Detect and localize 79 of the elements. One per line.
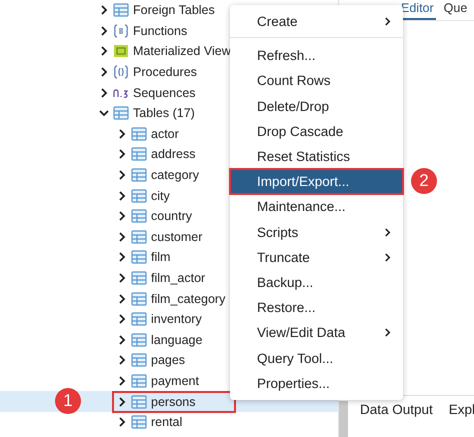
menu-item[interactable]: Restore... xyxy=(230,295,403,320)
tree-item-label[interactable]: Tables (17) xyxy=(133,106,195,120)
view-icon xyxy=(113,44,129,58)
output-tab[interactable]: Data Output xyxy=(360,402,433,437)
chevron-icon[interactable] xyxy=(117,273,127,284)
tree-item-label[interactable]: film_category xyxy=(151,292,226,306)
menu-item[interactable]: Maintenance... xyxy=(230,194,403,220)
table-icon xyxy=(131,394,147,409)
tree-item-label[interactable]: payment xyxy=(151,374,199,388)
chevron-icon[interactable] xyxy=(117,376,127,386)
table-icon xyxy=(131,353,147,368)
table-icon xyxy=(113,3,129,18)
tree-item-label[interactable]: film xyxy=(151,250,170,264)
tree-item-label[interactable]: pages xyxy=(151,353,186,368)
chevron-icon[interactable] xyxy=(117,417,127,428)
chevron-icon[interactable] xyxy=(117,294,127,304)
table-icon xyxy=(131,168,147,182)
table-icon xyxy=(131,230,147,244)
tree-item-label[interactable]: Sequences xyxy=(133,86,196,100)
tree-item-label[interactable]: rental xyxy=(151,415,182,430)
menu-item[interactable]: Truncate xyxy=(230,244,403,270)
tree-item-label[interactable]: Foreign Tables xyxy=(133,3,215,18)
step-badge: 2 xyxy=(411,168,437,194)
menu-item[interactable]: Reset Statistics xyxy=(230,144,403,170)
table-icon xyxy=(131,332,147,347)
table-icon xyxy=(131,250,147,264)
menu-item[interactable]: Refresh... xyxy=(230,43,403,68)
chevron-icon[interactable] xyxy=(99,46,109,56)
table-icon xyxy=(131,415,147,430)
function-icon xyxy=(113,24,129,38)
chevron-icon[interactable] xyxy=(117,190,127,201)
chevron-icon[interactable] xyxy=(117,252,127,262)
procedure-icon xyxy=(113,65,129,80)
table-icon xyxy=(131,126,147,141)
tree-item-label[interactable]: inventory xyxy=(151,312,202,326)
table-icon xyxy=(131,209,147,224)
step-badge: 1 xyxy=(55,388,81,414)
table-icon xyxy=(131,147,147,162)
tree-item-label[interactable]: customer xyxy=(151,230,202,244)
chevron-icon[interactable] xyxy=(99,67,109,78)
chevron-icon[interactable] xyxy=(99,88,109,98)
tree-item-label[interactable]: Materialized View xyxy=(133,44,231,58)
table-icon xyxy=(131,188,147,203)
chevron-icon[interactable] xyxy=(117,334,127,345)
tree-item-label[interactable]: address xyxy=(151,147,196,162)
chevron-icon[interactable] xyxy=(117,149,127,160)
menu-item[interactable]: View/Edit Data xyxy=(230,320,403,346)
chevron-icon[interactable] xyxy=(117,232,127,242)
menu-item[interactable]: Delete/Drop xyxy=(230,94,403,119)
tree-item-label[interactable]: Functions xyxy=(133,24,188,38)
menu-item[interactable]: Query Tool... xyxy=(230,345,403,371)
tree-item-label[interactable]: actor xyxy=(151,126,179,141)
menu-item[interactable]: Backup... xyxy=(230,270,403,296)
tree-item-label[interactable]: persons xyxy=(151,394,196,409)
menu-item[interactable]: Scripts xyxy=(230,220,403,245)
chevron-icon[interactable] xyxy=(99,108,109,118)
tree-item-label[interactable]: country xyxy=(151,209,192,224)
table-icon xyxy=(131,271,147,286)
tree-item-label[interactable]: category xyxy=(151,168,199,182)
table-icon xyxy=(131,312,147,326)
chevron-icon[interactable] xyxy=(117,211,127,222)
chevron-icon[interactable] xyxy=(117,355,127,366)
tree-item-label[interactable]: city xyxy=(151,188,170,203)
editor-tab[interactable]: Que xyxy=(442,1,470,20)
menu-item[interactable]: Drop Cascade xyxy=(230,118,403,144)
menu-item[interactable]: Count Rows xyxy=(230,68,403,94)
chevron-icon[interactable] xyxy=(99,26,109,36)
table-icon xyxy=(113,106,129,120)
chevron-icon[interactable] xyxy=(99,5,109,16)
tree-item-label[interactable]: Procedures xyxy=(133,65,197,80)
chevron-icon[interactable] xyxy=(117,128,127,139)
chevron-icon[interactable] xyxy=(117,170,127,180)
tree-item-label[interactable]: language xyxy=(151,332,202,347)
chevron-icon[interactable] xyxy=(117,314,127,324)
chevron-icon[interactable] xyxy=(117,396,127,407)
output-tab[interactable]: Expl xyxy=(448,402,474,437)
table-icon xyxy=(131,374,147,388)
tree-item-label[interactable]: film_actor xyxy=(151,271,206,286)
table-icon xyxy=(131,292,147,306)
